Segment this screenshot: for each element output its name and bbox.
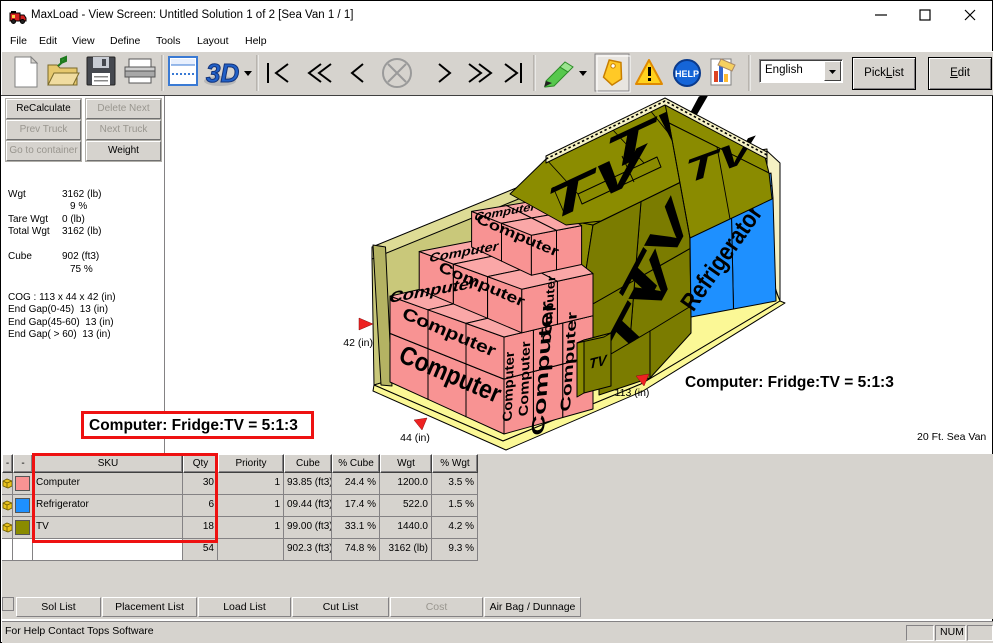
- svg-text:Computer: Computer: [474, 210, 562, 259]
- svg-text:Computer: Computer: [428, 239, 501, 265]
- svg-text:Computer: Computer: [500, 351, 517, 423]
- svg-text:TV: TV: [612, 188, 702, 322]
- svg-text:Computer: Computer: [436, 259, 528, 311]
- svg-text:TV: TV: [588, 352, 609, 373]
- svg-text:42 (in): 42 (in): [343, 337, 373, 349]
- svg-text:Computer: Computer: [540, 275, 559, 345]
- svg-text:TV: TV: [601, 81, 713, 187]
- svg-text:TV: TV: [596, 241, 686, 375]
- svg-text:TV: TV: [681, 128, 758, 194]
- svg-text:Computer: Computer: [395, 339, 506, 409]
- svg-text:TV: TV: [542, 133, 651, 237]
- svg-text:HELP: HELP: [675, 69, 699, 79]
- svg-text:113 (in): 113 (in): [615, 387, 650, 399]
- svg-text:Computer: Computer: [387, 275, 478, 307]
- svg-text:Computer: Computer: [473, 201, 538, 224]
- svg-text:Computer: Computer: [557, 310, 580, 412]
- svg-text:Computer: Computer: [399, 304, 499, 361]
- svg-text:44 (in): 44 (in): [400, 432, 430, 444]
- svg-text:Computer: Computer: [516, 340, 534, 417]
- svg-text:3D: 3D: [206, 58, 239, 88]
- svg-text:Computer: Computer: [528, 300, 557, 437]
- svg-text:Refrigerator: Refrigerator: [675, 200, 768, 316]
